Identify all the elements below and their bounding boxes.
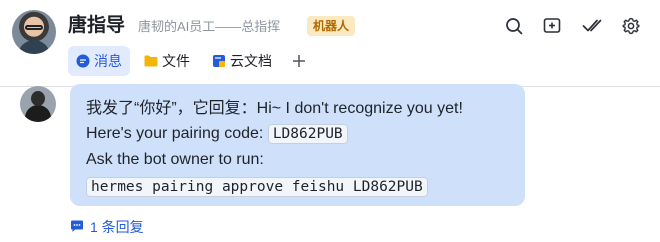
chat-avatar[interactable]: [12, 10, 56, 54]
command-code[interactable]: hermes pairing approve feishu LD862PUB: [86, 177, 428, 197]
tab-cloud-docs[interactable]: 云文档: [204, 46, 280, 76]
plus-icon: [293, 55, 305, 67]
tab-label: 云文档: [230, 53, 272, 69]
doc-icon: [212, 54, 226, 68]
chat-bubble-icon: [76, 54, 90, 68]
tab-files[interactable]: 文件: [136, 46, 198, 76]
message-text: Here's your pairing code:: [86, 125, 268, 142]
tab-messages[interactable]: 消息: [68, 46, 130, 76]
tab-label: 文件: [162, 53, 190, 69]
add-tab-button[interactable]: [286, 46, 312, 76]
reply-count: 1 条回复: [90, 219, 144, 235]
chat-header: 唐指导 唐韧的AI员工——总指挥 机器人 消息 文件 云文档: [0, 0, 660, 87]
gear-icon[interactable]: [621, 16, 641, 36]
message-line: Here's your pairing code: LD862PUB: [86, 121, 509, 147]
sender-avatar[interactable]: [20, 86, 56, 122]
chat-title: 唐指导: [68, 15, 126, 36]
search-icon[interactable]: [504, 16, 524, 36]
message-line: 我发了“你好”，它回复：Hi~ I don't recognize you ye…: [86, 100, 463, 117]
bot-badge: 机器人: [307, 16, 356, 36]
message-line: Ask the bot owner to run:: [86, 151, 264, 168]
add-member-icon[interactable]: [543, 16, 563, 36]
reply-thread-link[interactable]: 1 条回复: [70, 217, 144, 237]
chat-subtitle: 唐韧的AI员工——总指挥: [138, 19, 281, 34]
reply-icon: [70, 220, 84, 234]
check-double-icon[interactable]: [582, 16, 602, 36]
tab-label: 消息: [94, 53, 122, 69]
message-bubble: 我发了“你好”，它回复：Hi~ I don't recognize you ye…: [70, 84, 525, 206]
message-line: hermes pairing approve feishu LD862PUB: [86, 174, 509, 200]
pairing-code[interactable]: LD862PUB: [267, 124, 348, 144]
chat-tabs: 消息 文件 云文档: [68, 46, 312, 76]
folder-icon: [144, 54, 158, 68]
